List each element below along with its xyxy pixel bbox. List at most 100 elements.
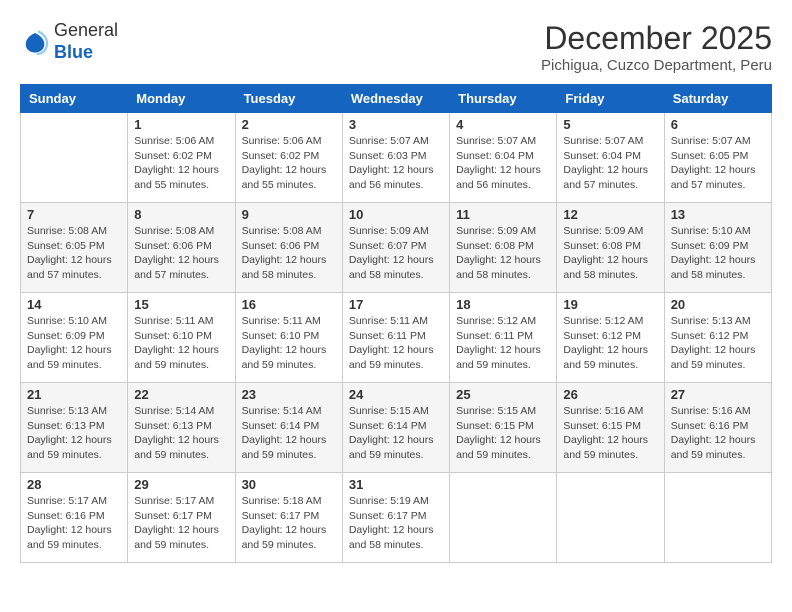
logo: General Blue [20,20,118,63]
calendar-cell: 9 Sunrise: 5:08 AM Sunset: 6:06 PM Daylig… [235,203,342,293]
calendar-cell: 10 Sunrise: 5:09 AM Sunset: 6:07 PM Dayli… [342,203,449,293]
calendar-cell: 31 Sunrise: 5:19 AM Sunset: 6:17 PM Dayli… [342,473,449,563]
day-info: Sunrise: 5:13 AM Sunset: 6:12 PM Dayligh… [671,314,765,373]
day-info: Sunrise: 5:07 AM Sunset: 6:04 PM Dayligh… [563,134,657,193]
day-info: Sunrise: 5:08 AM Sunset: 6:06 PM Dayligh… [242,224,336,283]
day-number: 18 [456,297,550,312]
calendar-cell: 13 Sunrise: 5:10 AM Sunset: 6:09 PM Dayli… [664,203,771,293]
day-number: 3 [349,117,443,132]
day-info: Sunrise: 5:17 AM Sunset: 6:16 PM Dayligh… [27,494,121,553]
calendar-cell: 28Sunrise: 5:17 AM Sunset: 6:16 PM Dayli… [21,473,128,563]
calendar-cell: 15Sunrise: 5:11 AM Sunset: 6:10 PM Dayli… [128,293,235,383]
header: General Blue December 2025 Pichigua, Cuz… [20,20,772,74]
day-number: 23 [242,387,336,402]
day-number: 17 [349,297,443,312]
day-info: Sunrise: 5:07 AM Sunset: 6:03 PM Dayligh… [349,134,443,193]
calendar-header-thursday: Thursday [450,85,557,113]
calendar-cell: 20 Sunrise: 5:13 AM Sunset: 6:12 PM Dayli… [664,293,771,383]
calendar-week-row: 7Sunrise: 5:08 AM Sunset: 6:05 PM Daylig… [21,203,772,293]
day-info: Sunrise: 5:13 AM Sunset: 6:13 PM Dayligh… [27,404,121,463]
calendar-cell: 29 Sunrise: 5:17 AM Sunset: 6:17 PM Dayli… [128,473,235,563]
day-info: Sunrise: 5:12 AM Sunset: 6:11 PM Dayligh… [456,314,550,373]
day-info: Sunrise: 5:09 AM Sunset: 6:08 PM Dayligh… [563,224,657,283]
day-number: 14 [27,297,121,312]
calendar-header-wednesday: Wednesday [342,85,449,113]
calendar-cell [21,113,128,203]
calendar-cell: 5 Sunrise: 5:07 AM Sunset: 6:04 PM Daylig… [557,113,664,203]
calendar-cell: 8Sunrise: 5:08 AM Sunset: 6:06 PM Daylig… [128,203,235,293]
day-number: 29 [134,477,228,492]
calendar-header-saturday: Saturday [664,85,771,113]
calendar-cell [664,473,771,563]
calendar-cell: 2 Sunrise: 5:06 AM Sunset: 6:02 PM Daylig… [235,113,342,203]
day-info: Sunrise: 5:17 AM Sunset: 6:17 PM Dayligh… [134,494,228,553]
day-number: 21 [27,387,121,402]
calendar-cell: 21 Sunrise: 5:13 AM Sunset: 6:13 PM Dayli… [21,383,128,473]
day-info: Sunrise: 5:15 AM Sunset: 6:14 PM Dayligh… [349,404,443,463]
day-info: Sunrise: 5:11 AM Sunset: 6:10 PM Dayligh… [242,314,336,373]
calendar-header-row: SundayMondayTuesdayWednesdayThursdayFrid… [21,85,772,113]
day-number: 13 [671,207,765,222]
day-info: Sunrise: 5:09 AM Sunset: 6:07 PM Dayligh… [349,224,443,283]
logo-icon [20,27,50,57]
day-info: Sunrise: 5:14 AM Sunset: 6:14 PM Dayligh… [242,404,336,463]
day-number: 16 [242,297,336,312]
day-info: Sunrise: 5:16 AM Sunset: 6:16 PM Dayligh… [671,404,765,463]
day-info: Sunrise: 5:18 AM Sunset: 6:17 PM Dayligh… [242,494,336,553]
day-info: Sunrise: 5:06 AM Sunset: 6:02 PM Dayligh… [242,134,336,193]
day-number: 30 [242,477,336,492]
calendar-cell: 24Sunrise: 5:15 AM Sunset: 6:14 PM Dayli… [342,383,449,473]
calendar-cell: 26 Sunrise: 5:16 AM Sunset: 6:15 PM Dayli… [557,383,664,473]
calendar-cell: 7Sunrise: 5:08 AM Sunset: 6:05 PM Daylig… [21,203,128,293]
month-year: December 2025 [541,20,772,57]
day-number: 5 [563,117,657,132]
calendar-header-monday: Monday [128,85,235,113]
calendar-cell: 18 Sunrise: 5:12 AM Sunset: 6:11 PM Dayli… [450,293,557,383]
day-number: 19 [563,297,657,312]
day-info: Sunrise: 5:16 AM Sunset: 6:15 PM Dayligh… [563,404,657,463]
day-number: 26 [563,387,657,402]
day-number: 11 [456,207,550,222]
calendar-cell: 17Sunrise: 5:11 AM Sunset: 6:11 PM Dayli… [342,293,449,383]
calendar-cell: 11 Sunrise: 5:09 AM Sunset: 6:08 PM Dayli… [450,203,557,293]
day-number: 1 [134,117,228,132]
calendar-cell: 22Sunrise: 5:14 AM Sunset: 6:13 PM Dayli… [128,383,235,473]
day-info: Sunrise: 5:15 AM Sunset: 6:15 PM Dayligh… [456,404,550,463]
day-number: 15 [134,297,228,312]
calendar-cell: 4 Sunrise: 5:07 AM Sunset: 6:04 PM Daylig… [450,113,557,203]
calendar-header-tuesday: Tuesday [235,85,342,113]
calendar-cell: 1 Sunrise: 5:06 AM Sunset: 6:02 PM Daylig… [128,113,235,203]
day-number: 12 [563,207,657,222]
calendar-cell: 16 Sunrise: 5:11 AM Sunset: 6:10 PM Dayli… [235,293,342,383]
day-info: Sunrise: 5:06 AM Sunset: 6:02 PM Dayligh… [134,134,228,193]
day-info: Sunrise: 5:08 AM Sunset: 6:06 PM Dayligh… [134,224,228,283]
day-number: 31 [349,477,443,492]
day-number: 9 [242,207,336,222]
day-number: 2 [242,117,336,132]
calendar-cell: 3 Sunrise: 5:07 AM Sunset: 6:03 PM Daylig… [342,113,449,203]
calendar-cell [450,473,557,563]
day-info: Sunrise: 5:09 AM Sunset: 6:08 PM Dayligh… [456,224,550,283]
calendar-week-row: 21 Sunrise: 5:13 AM Sunset: 6:13 PM Dayli… [21,383,772,473]
calendar: SundayMondayTuesdayWednesdayThursdayFrid… [20,84,772,563]
day-number: 20 [671,297,765,312]
calendar-header-friday: Friday [557,85,664,113]
day-info: Sunrise: 5:14 AM Sunset: 6:13 PM Dayligh… [134,404,228,463]
day-info: Sunrise: 5:07 AM Sunset: 6:05 PM Dayligh… [671,134,765,193]
calendar-cell: 27 Sunrise: 5:16 AM Sunset: 6:16 PM Dayli… [664,383,771,473]
calendar-cell [557,473,664,563]
day-info: Sunrise: 5:07 AM Sunset: 6:04 PM Dayligh… [456,134,550,193]
day-info: Sunrise: 5:10 AM Sunset: 6:09 PM Dayligh… [671,224,765,283]
calendar-week-row: 28Sunrise: 5:17 AM Sunset: 6:16 PM Dayli… [21,473,772,563]
calendar-cell: 12 Sunrise: 5:09 AM Sunset: 6:08 PM Dayli… [557,203,664,293]
day-number: 27 [671,387,765,402]
title-section: December 2025 Pichigua, Cuzco Department… [541,20,772,74]
logo-text: General Blue [54,20,118,63]
calendar-week-row: 1 Sunrise: 5:06 AM Sunset: 6:02 PM Daylig… [21,113,772,203]
day-number: 4 [456,117,550,132]
calendar-cell: 19Sunrise: 5:12 AM Sunset: 6:12 PM Dayli… [557,293,664,383]
calendar-cell: 6Sunrise: 5:07 AM Sunset: 6:05 PM Daylig… [664,113,771,203]
day-number: 10 [349,207,443,222]
day-info: Sunrise: 5:19 AM Sunset: 6:17 PM Dayligh… [349,494,443,553]
calendar-cell: 25Sunrise: 5:15 AM Sunset: 6:15 PM Dayli… [450,383,557,473]
